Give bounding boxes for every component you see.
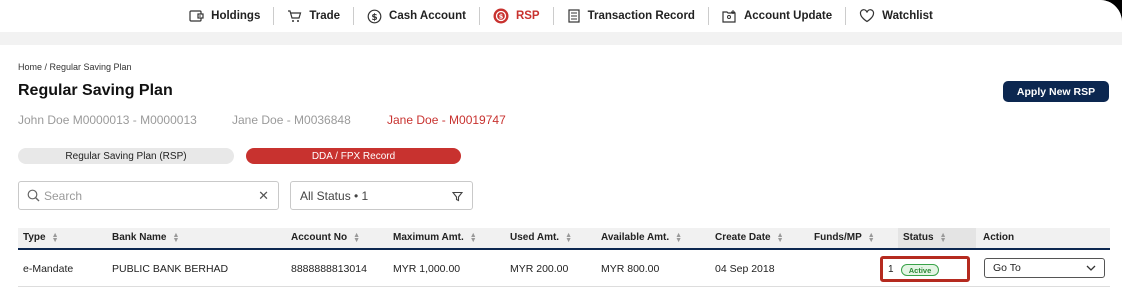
nav-item-trade[interactable]: Trade	[274, 7, 355, 25]
cell-account-no: 8888888813014	[291, 263, 367, 275]
search-input[interactable]: Search	[44, 189, 82, 203]
account-selector: John Doe M0000013 - M0000013 Jane Doe - …	[18, 113, 506, 127]
search-icon	[27, 189, 40, 202]
action-goto-select[interactable]: Go To	[984, 258, 1105, 278]
status-filter-value: All Status • 1	[300, 188, 369, 203]
svg-text:$: $	[499, 13, 504, 21]
tab-dda-fpx-record[interactable]: DDA / FPX Record	[246, 148, 461, 164]
cell-bank-name: PUBLIC BANK BERHAD	[112, 263, 229, 275]
holdings-icon	[189, 10, 204, 22]
sort-icon[interactable]: ▲ ▼	[353, 232, 360, 244]
col-action: Action	[983, 232, 1014, 243]
rsp-icon: $	[493, 8, 509, 24]
col-label: Create Date	[715, 232, 771, 243]
page-title: Regular Saving Plan	[18, 82, 173, 99]
sort-icon[interactable]: ▲ ▼	[52, 232, 59, 244]
nav-label: Transaction Record	[587, 10, 695, 22]
heart-icon	[860, 9, 875, 23]
col-label: Maximum Amt.	[393, 232, 464, 243]
col-bank-name[interactable]: Bank Name ▲ ▼	[112, 232, 179, 244]
cell-used-amt: MYR 200.00	[510, 263, 569, 275]
svg-text:$: $	[371, 13, 377, 23]
cell-maximum-amt: MYR 1,000.00	[393, 263, 461, 275]
dollar-icon: $	[367, 9, 382, 23]
account-update-icon	[722, 10, 736, 23]
cart-icon	[288, 10, 302, 22]
status-badge: Active	[901, 264, 939, 276]
col-label: Bank Name	[112, 232, 167, 243]
nav-divider	[0, 32, 1122, 45]
top-nav: Holdings Trade $ Cash Account $ RSP Tran…	[0, 0, 1122, 32]
account-tab[interactable]: Jane Doe - M0036848	[232, 113, 387, 127]
col-label: Action	[983, 232, 1015, 243]
sort-icon[interactable]: ▲ ▼	[940, 232, 947, 244]
sort-icon[interactable]: ▲ ▼	[565, 232, 572, 244]
breadcrumb[interactable]: Home / Regular Saving Plan	[18, 62, 132, 72]
status-filter-select[interactable]: All Status • 1	[290, 181, 473, 210]
col-label: Status	[903, 232, 934, 243]
col-type[interactable]: Type ▲ ▼	[23, 232, 59, 244]
col-available-amt[interactable]: Available Amt. ▲ ▼	[601, 232, 682, 244]
col-account-no[interactable]: Account No ▲ ▼	[291, 232, 360, 244]
sort-icon[interactable]: ▲ ▼	[172, 232, 179, 244]
tab-rsp[interactable]: Regular Saving Plan (RSP)	[18, 148, 234, 164]
sort-icon[interactable]: ▲ ▼	[777, 232, 784, 244]
status-count: 1	[888, 264, 894, 275]
nav-label: Trade	[309, 10, 341, 22]
col-label: Available Amt.	[601, 232, 670, 243]
nav-label: Account Update	[743, 10, 833, 22]
cell-available-amt: MYR 800.00	[601, 263, 660, 275]
nav-label: Watchlist	[882, 10, 933, 22]
account-tab[interactable]: John Doe M0000013 - M0000013	[18, 113, 232, 127]
sort-icon[interactable]: ▲ ▼	[675, 232, 682, 244]
app-frame: Holdings Trade $ Cash Account $ RSP Tran…	[0, 0, 1122, 287]
nav-item-cash-account[interactable]: $ Cash Account	[354, 7, 480, 25]
sort-icon[interactable]: ▲ ▼	[470, 232, 477, 244]
cell-create-date: 04 Sep 2018	[715, 263, 775, 275]
col-status[interactable]: Status ▲ ▼	[903, 232, 947, 244]
nav-label: Holdings	[211, 10, 261, 22]
col-maximum-amt[interactable]: Maximum Amt. ▲ ▼	[393, 232, 477, 244]
nav-label: RSP	[515, 10, 540, 22]
table-header: Type ▲ ▼ Bank Name ▲ ▼ Account No ▲ ▼ Maximum …	[18, 228, 1110, 250]
chevron-down-icon	[1086, 265, 1096, 271]
filter-icon	[452, 191, 463, 202]
nav-label: Cash Account	[389, 10, 466, 22]
clear-icon[interactable]: ✕	[258, 188, 269, 204]
col-label: Account No	[291, 232, 348, 243]
nav-item-holdings[interactable]: Holdings	[176, 7, 275, 25]
action-value: Go To	[993, 262, 1021, 274]
col-funds-mp[interactable]: Funds/MP ▲ ▼	[814, 232, 875, 244]
table-row: e-Mandate PUBLIC BANK BERHAD 88888888130…	[18, 250, 1110, 287]
nav-item-rsp[interactable]: $ RSP	[480, 7, 554, 25]
status-cell-highlight: 1 Active	[880, 256, 970, 282]
cell-type: e-Mandate	[23, 263, 74, 275]
nav-item-account-update[interactable]: Account Update	[709, 7, 847, 25]
search-box[interactable]: Search ✕	[18, 181, 279, 210]
col-used-amt[interactable]: Used Amt. ▲ ▼	[510, 232, 572, 244]
document-icon	[567, 9, 580, 23]
col-label: Type	[23, 232, 46, 243]
apply-new-rsp-button[interactable]: Apply New RSP	[1003, 81, 1109, 102]
col-label: Used Amt.	[510, 232, 560, 243]
nav-item-watchlist[interactable]: Watchlist	[846, 7, 946, 25]
nav-item-transaction-record[interactable]: Transaction Record	[554, 7, 709, 25]
col-label: Funds/MP	[814, 232, 862, 243]
sort-icon[interactable]: ▲ ▼	[868, 232, 875, 244]
account-tab-selected[interactable]: Jane Doe - M0019747	[387, 113, 506, 127]
col-create-date[interactable]: Create Date ▲ ▼	[715, 232, 784, 244]
